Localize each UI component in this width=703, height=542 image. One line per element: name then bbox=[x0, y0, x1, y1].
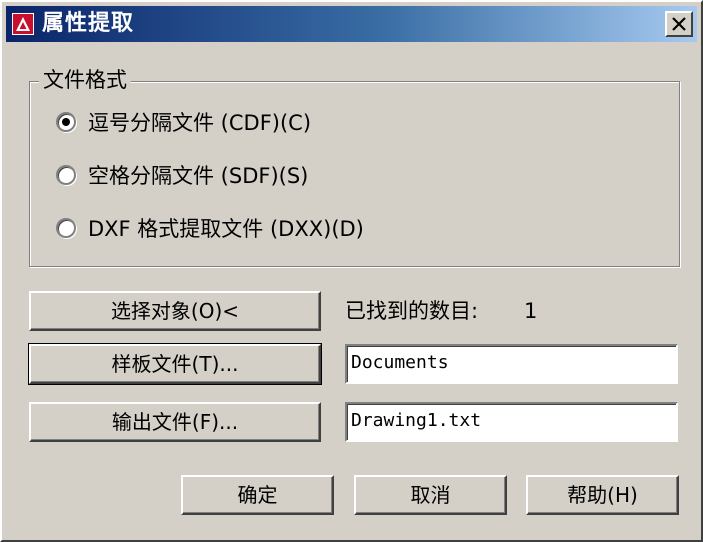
close-button[interactable] bbox=[665, 11, 693, 37]
radio-sdf[interactable] bbox=[56, 165, 76, 185]
output-file-field[interactable]: Drawing1.txt bbox=[345, 402, 678, 442]
ok-button[interactable]: 确定 bbox=[181, 475, 334, 515]
autocad-logo-icon bbox=[12, 13, 34, 35]
radio-sdf-label: 空格分隔文件 (SDF)(S) bbox=[88, 164, 309, 188]
radio-sdf-option[interactable]: 空格分隔文件 (SDF)(S) bbox=[56, 160, 308, 190]
help-button[interactable]: 帮助(H) bbox=[526, 475, 679, 515]
template-file-field[interactable]: Documents bbox=[345, 344, 678, 384]
output-file-button[interactable]: 输出文件(F)... bbox=[29, 402, 321, 442]
radio-cdf-label: 逗号分隔文件 (CDF)(C) bbox=[88, 111, 312, 135]
select-objects-button[interactable]: 选择对象(O)< bbox=[29, 291, 321, 331]
radio-dxx-option[interactable]: DXF 格式提取文件 (DXX)(D) bbox=[56, 213, 364, 243]
found-count-label: 已找到的数目: bbox=[345, 299, 479, 323]
found-count-value: 1 bbox=[524, 299, 538, 323]
window-title: 属性提取 bbox=[42, 11, 135, 36]
radio-cdf-option[interactable]: 逗号分隔文件 (CDF)(C) bbox=[56, 107, 311, 137]
radio-dxx-label: DXF 格式提取文件 (DXX)(D) bbox=[88, 217, 364, 241]
radio-dxx[interactable] bbox=[56, 218, 76, 238]
radio-cdf[interactable] bbox=[56, 112, 76, 132]
template-file-button[interactable]: 样板文件(T)... bbox=[28, 343, 322, 385]
close-icon bbox=[672, 17, 686, 31]
title-bar[interactable]: 属性提取 bbox=[6, 6, 697, 42]
attribute-extract-dialog: 属性提取 文件格式 逗号分隔文件 (CDF)(C) 空格分隔文件 (SDF)(S… bbox=[0, 0, 703, 542]
file-format-legend: 文件格式 bbox=[39, 66, 131, 94]
cancel-button[interactable]: 取消 bbox=[354, 475, 507, 515]
